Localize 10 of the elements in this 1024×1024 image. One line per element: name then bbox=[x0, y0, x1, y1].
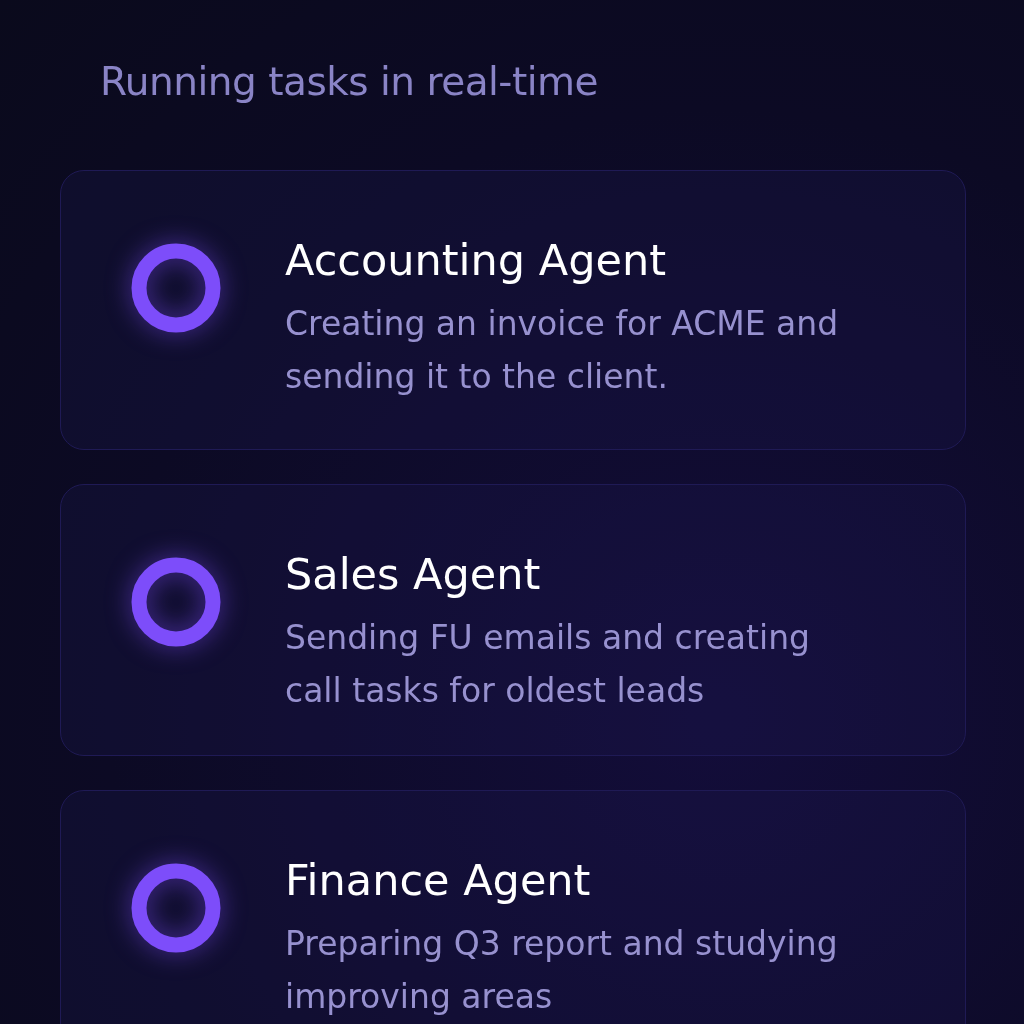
ring-icon bbox=[131, 243, 221, 333]
agent-name: Finance Agent bbox=[285, 854, 592, 907]
agent-name: Sales Agent bbox=[285, 548, 542, 601]
ring-icon bbox=[131, 557, 221, 647]
task-description: Sending FU emails and creating call tasks for oldest leads bbox=[285, 617, 811, 712]
agent-name: Accounting Agent bbox=[285, 234, 668, 287]
task-description: Preparing Q3 report and studying improving areas bbox=[285, 923, 839, 1018]
task-description: Creating an invoice for ACME and sending it to the client. bbox=[285, 303, 840, 398]
ring-icon bbox=[131, 863, 221, 953]
section-heading: Running tasks in real-time bbox=[100, 58, 600, 106]
